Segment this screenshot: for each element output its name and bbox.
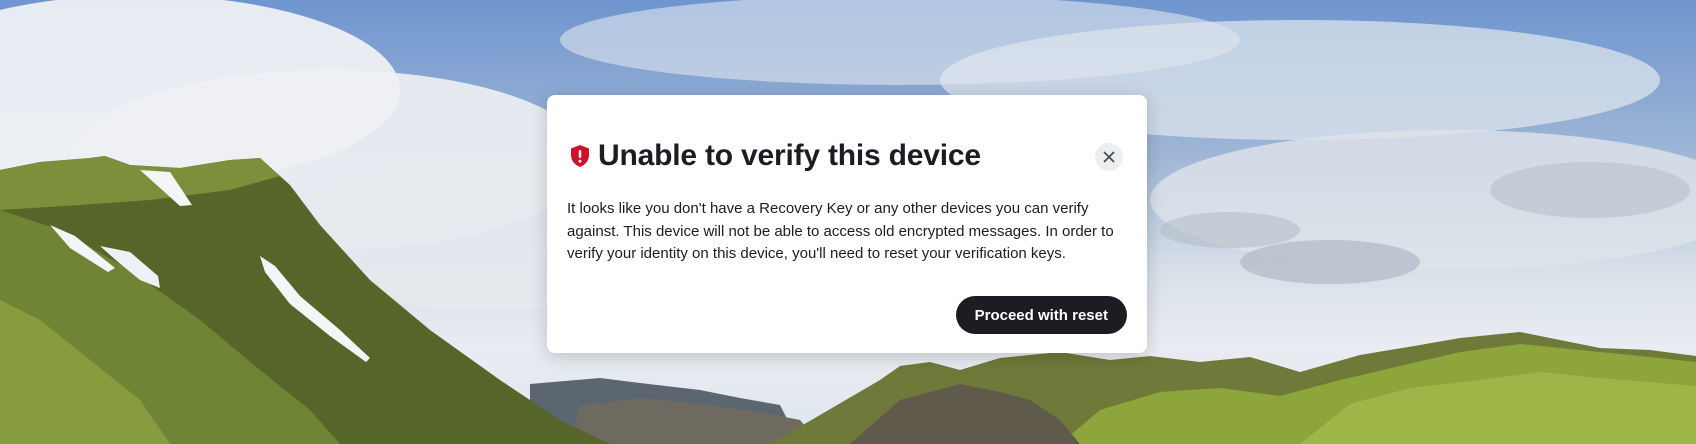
proceed-with-reset-button[interactable]: Proceed with reset	[955, 296, 1127, 334]
close-icon	[1103, 151, 1115, 163]
dialog-title: Unable to verify this device	[598, 139, 981, 172]
dialog-body-text: It looks like you don't have a Recovery …	[567, 200, 1114, 262]
close-button[interactable]	[1095, 143, 1123, 171]
shield-alert-icon	[569, 144, 591, 168]
background-landscape: Unable to verify this device It looks li…	[0, 0, 1696, 444]
dialog-header: Unable to verify this device	[569, 139, 981, 173]
verification-dialog: Unable to verify this device It looks li…	[547, 95, 1147, 353]
